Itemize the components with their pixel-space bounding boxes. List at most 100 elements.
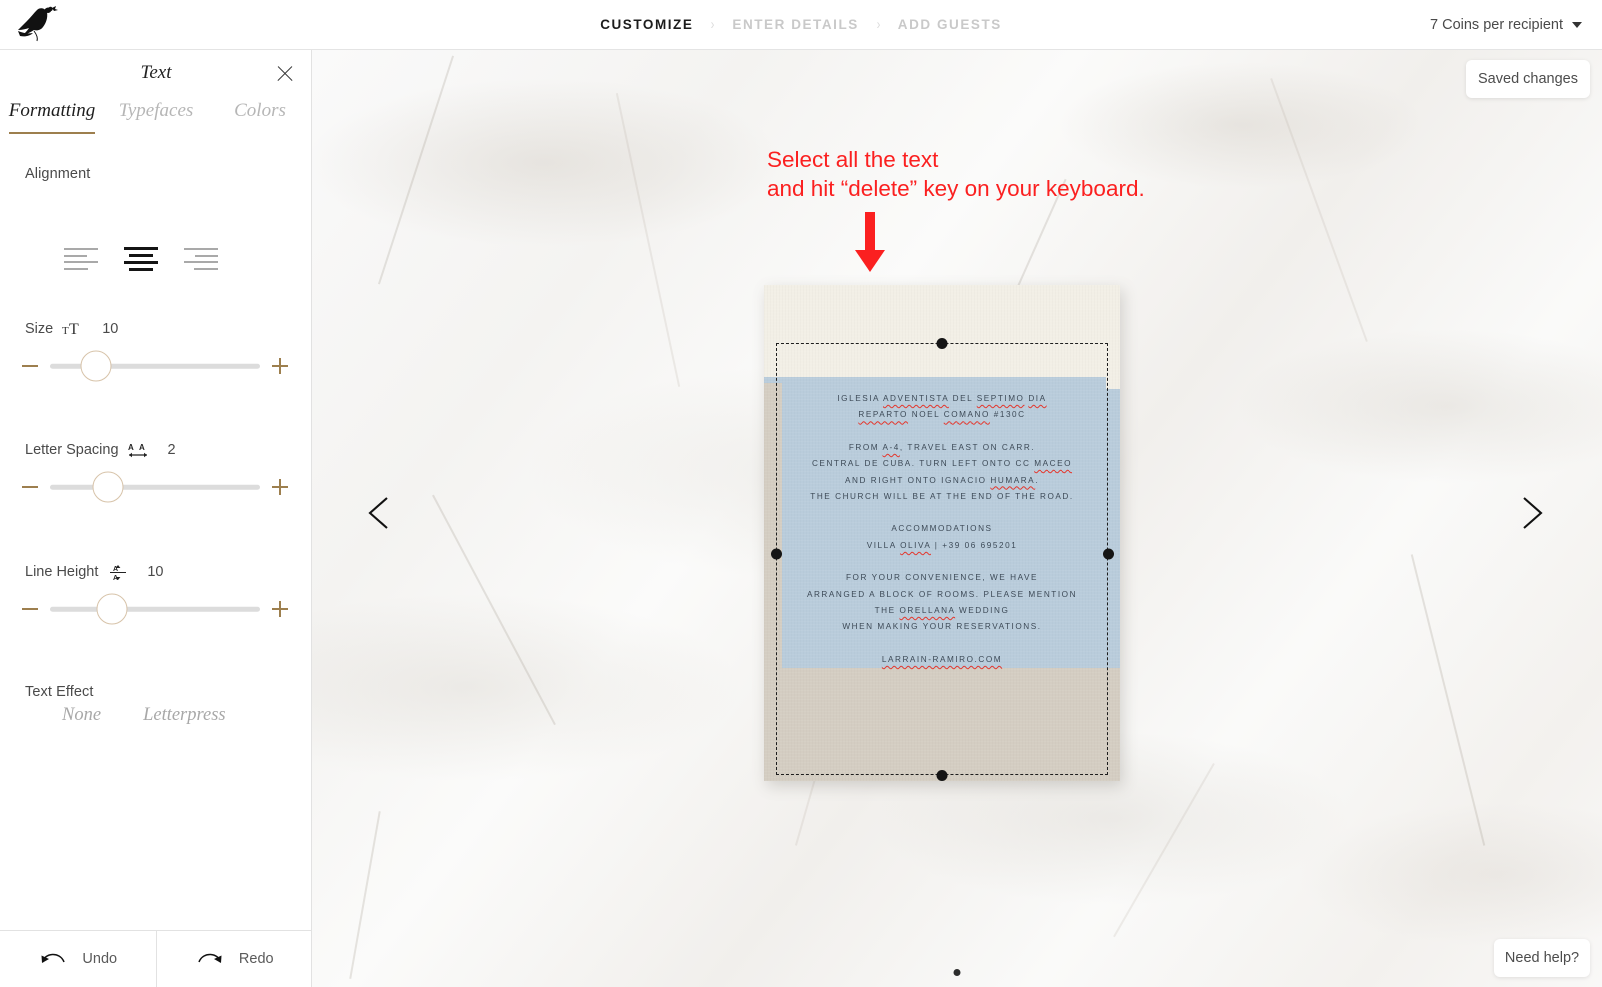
- spellcheck-underlined-word: ADVENTISTA: [882, 394, 949, 403]
- size-increase-button[interactable]: [272, 358, 288, 374]
- redo-button[interactable]: Redo: [155, 931, 313, 987]
- card-text-paragraph: FOR YOUR CONVENIENCE, WE HAVE ARRANGED A …: [764, 570, 1120, 636]
- line-height-control-header: Line Height A A 10: [25, 563, 164, 581]
- letter-spacing-label: Letter Spacing: [25, 442, 119, 458]
- invitation-card[interactable]: IGLESIA ADVENTISTA DEL SEPTIMO DIA REPART…: [764, 285, 1120, 781]
- card-surface[interactable]: IGLESIA ADVENTISTA DEL SEPTIMO DIA REPART…: [764, 285, 1120, 781]
- card-text-run: .: [1035, 475, 1040, 485]
- svg-text:A: A: [139, 443, 145, 452]
- card-text-paragraph: LARRAIN-RAMIRO.COM: [764, 652, 1120, 668]
- card-text-run: CENTRAL DE CUBA. TURN LEFT ONTO CC: [811, 459, 1035, 469]
- size-slider-thumb[interactable]: [80, 350, 112, 382]
- align-left-icon[interactable]: [62, 242, 100, 276]
- spellcheck-underlined-word: COMANO: [943, 410, 990, 420]
- letter-spacing-icon: A A: [128, 441, 150, 459]
- card-band-taupe: [764, 668, 1120, 781]
- font-size-icon: T T: [62, 320, 84, 338]
- text-effect-none[interactable]: None: [62, 705, 101, 726]
- card-text-run: | +39 06 695201: [930, 540, 1018, 550]
- breadcrumb-step-add-guests[interactable]: ADD GUESTS: [898, 17, 1002, 32]
- card-text-run: THE: [874, 606, 900, 616]
- line-height-value: 10: [147, 564, 164, 580]
- align-center-icon[interactable]: [122, 242, 160, 276]
- card-text-paragraph: IGLESIA ADVENTISTA DEL SEPTIMO DIA REPART…: [764, 391, 1120, 424]
- card-text-paragraph: FROM A-4, TRAVEL EAST ON CARR. CENTRAL DE…: [764, 440, 1120, 506]
- resize-handle-bottom[interactable]: [936, 769, 948, 781]
- close-icon[interactable]: [273, 62, 297, 86]
- breadcrumb-separator: ›: [711, 16, 715, 33]
- letter-spacing-value: 2: [167, 442, 176, 458]
- letter-spacing-increase-button[interactable]: [272, 479, 288, 495]
- card-band-cream-gap: [764, 373, 1120, 377]
- size-slider[interactable]: [22, 346, 288, 386]
- card-text-run: THE CHURCH WILL BE AT THE END OF THE ROA…: [810, 492, 1074, 502]
- card-text-run: FOR YOUR CONVENIENCE, WE HAVE: [845, 573, 1039, 583]
- alignment-group: [62, 242, 220, 276]
- coins-per-recipient-dropdown[interactable]: 7 Coins per recipient: [1430, 0, 1582, 49]
- size-value: 10: [102, 321, 119, 337]
- spellcheck-underlined-word: OLIVA: [900, 540, 931, 550]
- undo-button[interactable]: Undo: [0, 931, 156, 987]
- need-help-button[interactable]: Need help?: [1494, 939, 1590, 977]
- card-text-line: ARRANGED A BLOCK OF ROOMS. PLEASE MENTIO…: [764, 587, 1120, 603]
- coins-label: 7 Coins per recipient: [1430, 16, 1563, 33]
- panel-tabs: Formatting Typefaces Colors: [0, 100, 312, 132]
- tab-formatting[interactable]: Formatting: [0, 100, 104, 134]
- letter-spacing-decrease-button[interactable]: [22, 479, 38, 495]
- chevron-down-icon: [1572, 21, 1582, 28]
- card-text-line: LARRAIN-RAMIRO.COM: [764, 652, 1120, 668]
- letter-spacing-slider[interactable]: [22, 467, 288, 507]
- size-decrease-button[interactable]: [22, 358, 38, 374]
- align-right-icon[interactable]: [182, 242, 220, 276]
- letter-spacing-slider-thumb[interactable]: [92, 471, 124, 503]
- card-text-run: AND RIGHT ONTO IGNACIO: [844, 475, 991, 485]
- size-control-header: Size T T 10: [25, 320, 118, 338]
- resize-handle-right[interactable]: [1102, 548, 1114, 559]
- line-height-slider[interactable]: [22, 589, 288, 629]
- resize-handle-top[interactable]: [936, 337, 948, 349]
- annotation-line-2: and hit “delete” key on your keyboard.: [767, 175, 1145, 201]
- spellcheck-underlined-word: HUMARA: [990, 475, 1036, 485]
- size-label: Size: [25, 321, 54, 337]
- redo-arrow-icon: [195, 947, 225, 971]
- card-text-block[interactable]: IGLESIA ADVENTISTA DEL SEPTIMO DIA REPART…: [764, 391, 1120, 684]
- design-canvas[interactable]: Saved changes Need help? Select all the …: [312, 50, 1602, 987]
- svg-text:A: A: [128, 443, 134, 452]
- letter-spacing-slider-track[interactable]: [50, 484, 260, 490]
- card-text-run: VILLA: [866, 540, 901, 550]
- line-height-label: Line Height: [25, 564, 99, 580]
- line-height-decrease-button[interactable]: [22, 601, 38, 617]
- panel-title: Text: [140, 62, 172, 83]
- tab-colors[interactable]: Colors: [208, 100, 312, 134]
- down-arrow-icon: [853, 212, 887, 279]
- spellcheck-underlined-word: A-4: [882, 442, 900, 452]
- undo-redo-bar: Undo Redo: [0, 930, 312, 987]
- card-text-run: WEDDING: [955, 606, 1010, 616]
- resize-handle-left[interactable]: [770, 548, 782, 559]
- spellcheck-underlined-word: SEPTIMO: [976, 394, 1025, 403]
- chevron-left-icon[interactable]: [357, 490, 403, 536]
- text-effect-options: None Letterpress: [62, 705, 226, 726]
- card-text-line: ACCOMMODATIONS: [764, 521, 1120, 537]
- line-height-increase-button[interactable]: [272, 601, 288, 617]
- spellcheck-underlined-word: LARRAIN-RAMIRO.COM: [881, 654, 1003, 664]
- card-text-run: NOEL: [907, 410, 944, 420]
- card-text-line: VILLA OLIVA | +39 06 695201: [764, 538, 1120, 554]
- text-effect-letterpress[interactable]: Letterpress: [143, 705, 226, 726]
- tab-typefaces[interactable]: Typefaces: [104, 100, 208, 134]
- spellcheck-underlined-word: ORELLANA: [899, 606, 956, 616]
- pagination-dot[interactable]: [953, 969, 961, 976]
- card-text-run: ACCOMMODATIONS: [891, 524, 993, 534]
- redo-label: Redo: [238, 951, 274, 967]
- line-height-slider-track[interactable]: [50, 606, 260, 612]
- card-band-cream-right: [1106, 373, 1120, 389]
- breadcrumb-step-customize[interactable]: CUSTOMIZE: [600, 17, 693, 32]
- card-text-line: WHEN MAKING YOUR RESERVATIONS.: [764, 619, 1120, 635]
- line-height-icon: A A: [107, 563, 129, 581]
- annotation-line-1: Select all the text: [767, 147, 939, 172]
- line-height-slider-thumb[interactable]: [96, 593, 128, 625]
- card-text-run: #130C: [989, 410, 1026, 420]
- breadcrumb-step-enter-details[interactable]: ENTER DETAILS: [732, 17, 858, 32]
- chevron-right-icon[interactable]: [1508, 490, 1554, 536]
- saved-changes-button[interactable]: Saved changes: [1466, 60, 1590, 98]
